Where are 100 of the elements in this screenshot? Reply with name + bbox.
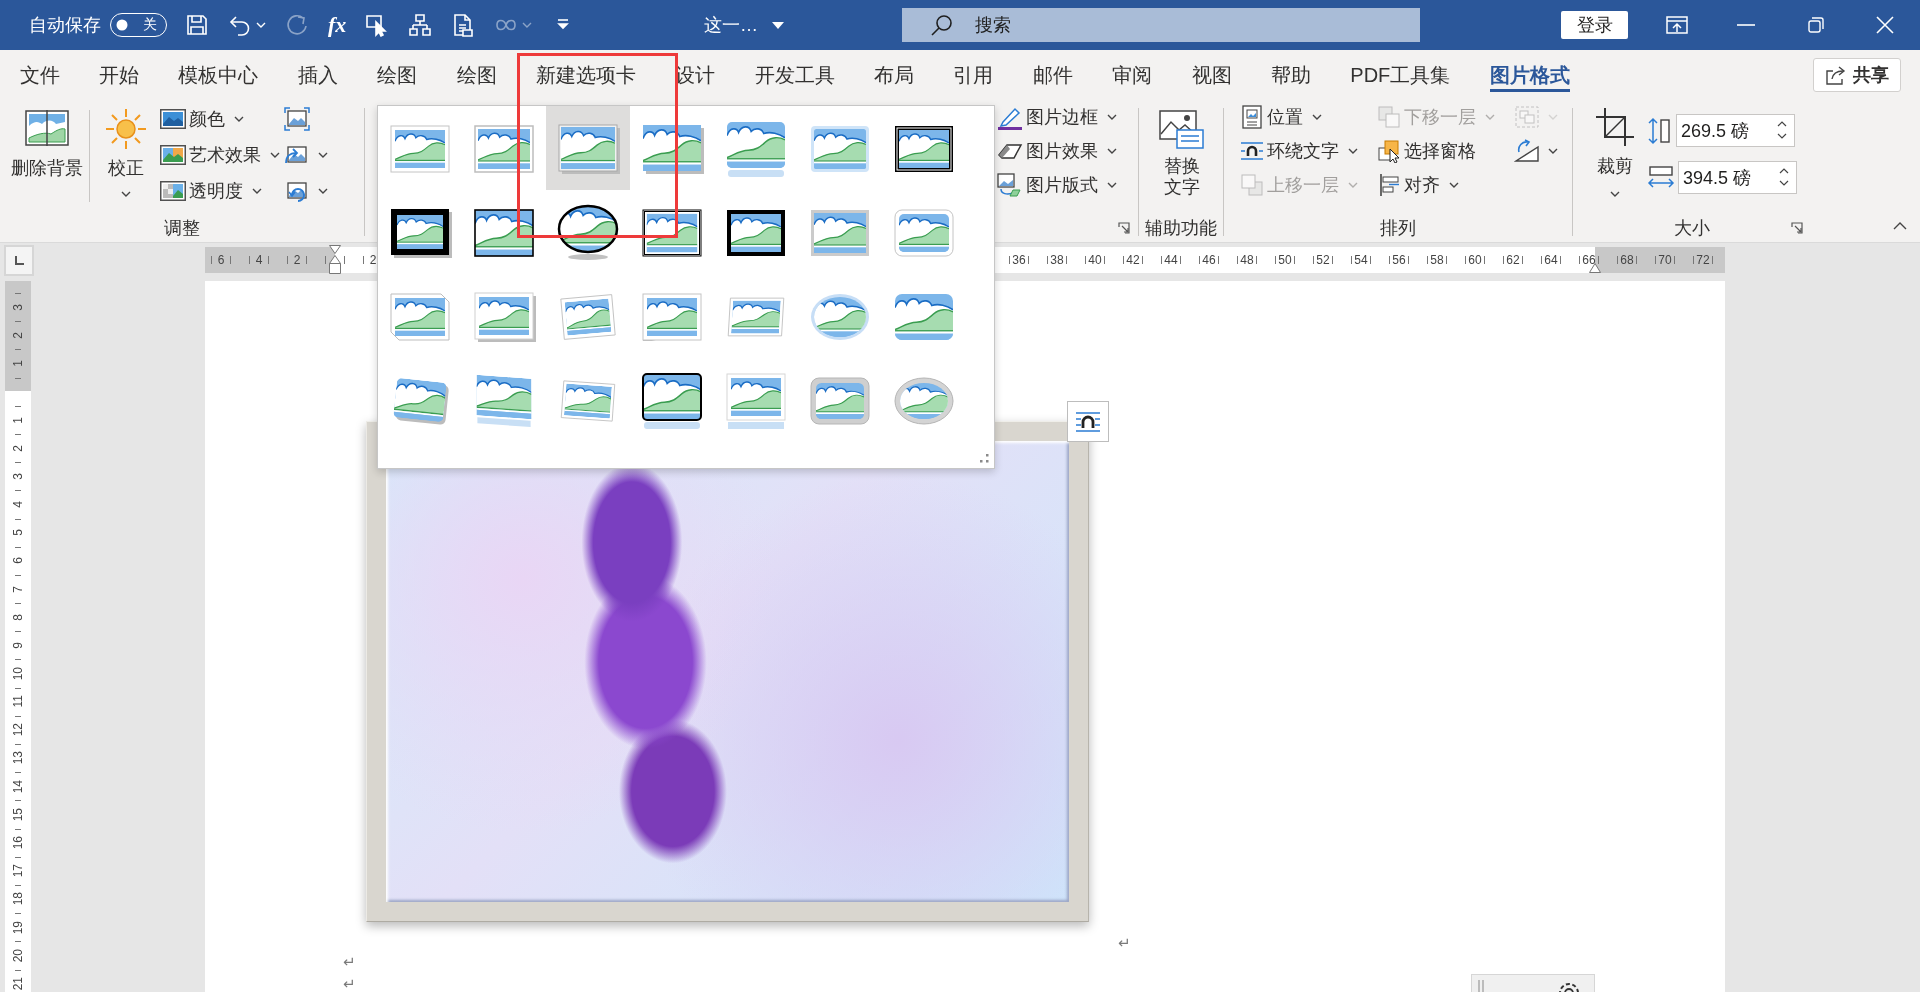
ruler-number: 2 xyxy=(369,253,377,267)
save-icon[interactable] xyxy=(185,13,209,37)
ruler-number: 7 xyxy=(12,585,24,593)
alt-text-button[interactable]: 替换文字 xyxy=(1159,100,1205,198)
ruler-number: 62 xyxy=(1506,253,1520,267)
picture-effects-button[interactable]: 图片效果 xyxy=(997,134,1117,168)
ribbon-tab[interactable]: 开发工具 xyxy=(735,50,855,100)
tab-selector-button[interactable] xyxy=(4,245,34,276)
ribbon-tab[interactable]: 模板中心 xyxy=(158,50,279,100)
ribbon-display-icon[interactable] xyxy=(1666,16,1689,34)
ruler-number: 9 xyxy=(12,642,24,649)
ruler-number: 13 xyxy=(12,751,24,765)
ruler-number: 42 xyxy=(1126,253,1140,267)
document-title[interactable]: 这一… xyxy=(704,13,784,37)
ruler-number: 2 xyxy=(12,444,24,452)
framed-landscape-icon xyxy=(640,291,704,341)
sun-icon xyxy=(104,107,148,151)
dialog-launcher-icon[interactable] xyxy=(1118,221,1130,234)
ribbon-tab[interactable]: 视图 xyxy=(1171,50,1252,100)
search-field[interactable]: 搜索 xyxy=(902,8,1420,42)
share-icon xyxy=(1825,65,1847,85)
height-field[interactable]: 269.5 磅 xyxy=(1676,114,1795,147)
undo-icon[interactable] xyxy=(228,13,252,37)
framed-landscape-icon xyxy=(640,207,704,257)
close-icon[interactable] xyxy=(1876,16,1895,34)
framed-landscape-icon xyxy=(472,207,536,257)
ruler-number: 14 xyxy=(12,779,24,793)
align-button[interactable]: 对齐 xyxy=(1377,168,1514,202)
color-button[interactable]: 颜色 xyxy=(160,101,280,137)
remove-background-button[interactable]: 删除背景 xyxy=(11,100,83,179)
resize-grip-icon[interactable] xyxy=(980,454,989,463)
ruler-number: 16 xyxy=(12,835,24,850)
ribbon-tab[interactable]: 审阅 xyxy=(1092,50,1172,100)
select-object-icon[interactable] xyxy=(365,13,390,37)
ribbon-tab[interactable]: PDF工具集 xyxy=(1330,50,1470,100)
artistic-effects-button[interactable]: 艺术效果 xyxy=(160,137,280,173)
ruler-number: 19 xyxy=(12,920,24,934)
ribbon-tab[interactable]: 文件 xyxy=(0,50,80,100)
ribbon-tab[interactable]: 引用 xyxy=(933,50,1014,100)
caret-icon[interactable] xyxy=(1548,148,1558,154)
rotate-icon[interactable] xyxy=(1514,139,1540,163)
ribbon-tab[interactable]: 邮件 xyxy=(1013,50,1093,100)
position-button[interactable]: 位置 xyxy=(1240,100,1377,134)
crop-button[interactable]: 裁剪 xyxy=(1595,100,1635,197)
spin-up-icon[interactable] xyxy=(1777,121,1787,127)
paragraph-mark: ↵ xyxy=(343,953,356,971)
framed-landscape-icon xyxy=(808,207,872,257)
ribbon-tab[interactable]: 开始 xyxy=(79,50,159,100)
picture-layout-button[interactable]: 图片版式 xyxy=(997,168,1117,202)
ruler-number: 54 xyxy=(1354,253,1368,267)
group-label: 辅助功能 xyxy=(1145,216,1217,240)
text-wrap-icon xyxy=(1075,410,1101,433)
ruler-number: 12 xyxy=(12,723,24,737)
ribbon-tab[interactable]: 绘图 xyxy=(436,50,517,100)
collapse-ribbon-icon[interactable] xyxy=(1893,222,1907,230)
ribbon-tab[interactable]: 新建选项卡 xyxy=(516,50,656,100)
ribbon-tab[interactable]: 布局 xyxy=(854,50,934,100)
selection-pane-button[interactable]: 选择窗格 xyxy=(1377,134,1514,168)
ruler-number: 8 xyxy=(12,613,24,621)
caret-icon[interactable] xyxy=(318,152,328,158)
spin-down-icon[interactable] xyxy=(1779,180,1789,186)
framed-landscape-icon xyxy=(892,207,956,257)
picture-border-button[interactable]: 图片边框 xyxy=(997,100,1117,134)
framed-landscape-icon xyxy=(892,291,956,341)
picture-brackets-icon[interactable] xyxy=(284,107,310,131)
ruler-number: 2 xyxy=(12,331,24,339)
spin-up-icon[interactable] xyxy=(1779,168,1789,174)
indent-marker-icon[interactable] xyxy=(329,245,341,274)
sign-in-button[interactable]: 登录 xyxy=(1561,11,1629,39)
dialog-launcher-icon[interactable] xyxy=(1791,221,1803,234)
indent-marker-icon[interactable] xyxy=(1589,263,1601,273)
ruler-number: 2 xyxy=(293,253,301,267)
ribbon-tab[interactable]: 帮助 xyxy=(1251,50,1331,100)
ribbon-tab[interactable]: 图片格式 xyxy=(1470,50,1590,100)
ribbon-tab[interactable]: 插入 xyxy=(278,50,358,100)
ruler-number: 66 xyxy=(1582,253,1596,267)
ruler-number: 56 xyxy=(1392,253,1406,267)
spin-down-icon[interactable] xyxy=(1777,133,1787,139)
framed-landscape-icon xyxy=(724,371,788,429)
share-button[interactable]: 共享 xyxy=(1813,58,1901,92)
picture-circular-arrow-icon[interactable] xyxy=(284,179,310,203)
grip-icon[interactable] xyxy=(1478,980,1484,992)
paragraph-mark: ↵ xyxy=(343,975,356,992)
document-icon[interactable] xyxy=(451,13,476,37)
layout-options-button[interactable] xyxy=(1067,401,1109,442)
paragraph-mark: ↵ xyxy=(1118,934,1131,952)
transparency-button[interactable]: 透明度 xyxy=(160,173,280,209)
ribbon-tab[interactable]: 绘图 xyxy=(357,50,437,100)
wrap-text-button[interactable]: 环绕文字 xyxy=(1240,134,1377,168)
caret-icon[interactable] xyxy=(318,188,328,194)
framed-landscape-icon xyxy=(388,123,452,173)
align-left-icon xyxy=(1377,173,1401,197)
equation-button[interactable]: fx xyxy=(328,9,347,41)
width-field[interactable]: 394.5 磅 xyxy=(1678,161,1797,194)
restore-icon[interactable] xyxy=(1807,17,1824,33)
corrections-button[interactable]: 校正 xyxy=(96,100,156,197)
framed-landscape-icon xyxy=(472,289,536,343)
org-chart-icon[interactable] xyxy=(408,13,433,37)
minimize-icon[interactable] xyxy=(1737,24,1756,26)
tab-stop-icon xyxy=(14,256,24,265)
